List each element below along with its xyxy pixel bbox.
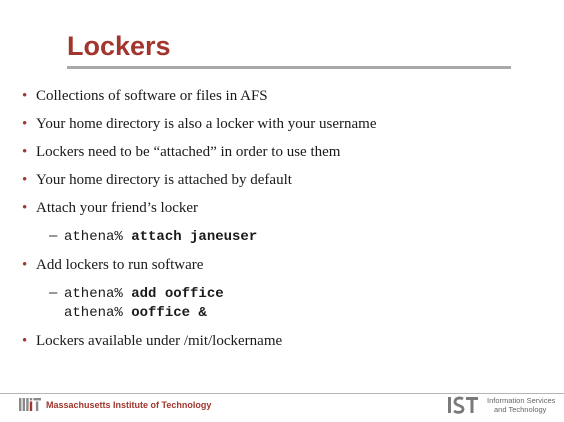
- bullet-item: • Attach your friend’s locker: [22, 199, 552, 217]
- shell-prompt: athena%: [64, 305, 123, 321]
- shell-command: attach janeuser: [131, 229, 258, 245]
- bullet-text: Add lockers to run software: [36, 257, 204, 273]
- bullet-item: • Lockers need to be “attached” in order…: [22, 143, 552, 161]
- bullet-marker: •: [22, 172, 28, 188]
- bullet-item: • Add lockers to run software: [22, 256, 552, 274]
- bullet-marker: •: [22, 333, 28, 349]
- sub-item-add-line2: athena% ooffice &: [22, 303, 552, 322]
- command-example: athena% attach janeuser: [64, 229, 257, 245]
- bullet-text: Your home directory is attached by defau…: [36, 172, 292, 188]
- slide: Lockers • Collections of software or fil…: [0, 0, 564, 422]
- bullet-text: Lockers available under /mit/lockername: [36, 333, 283, 349]
- footer-divider: [0, 393, 564, 394]
- title-underline: [67, 66, 511, 69]
- sub-item-add: – athena% add ooffice: [22, 284, 552, 303]
- bullet-marker: •: [22, 88, 28, 104]
- bullet-marker: •: [22, 116, 28, 132]
- bullet-text: Attach your friend’s locker: [36, 200, 199, 216]
- bullet-text: Collections of software or files in AFS: [36, 88, 268, 104]
- bullet-item: • Lockers available under /mit/lockernam…: [22, 332, 552, 350]
- shell-command: add ooffice: [131, 286, 224, 302]
- department-line-2: and Technology: [494, 405, 547, 414]
- ist-logo-icon: [448, 396, 478, 414]
- bullet-item: • Your home directory is attached by def…: [22, 171, 552, 189]
- bullet-text: Lockers need to be “attached” in order t…: [36, 144, 341, 160]
- sub-item-attach: – athena% attach janeuser: [22, 227, 552, 246]
- bullet-marker: •: [22, 200, 28, 216]
- shell-prompt: athena%: [64, 229, 123, 245]
- mit-logo-icon: [19, 398, 41, 411]
- institution-name: Massachusetts Institute of Technology: [46, 400, 212, 410]
- bullet-list: • Collections of software or files in AF…: [22, 87, 552, 350]
- bullet-marker: •: [22, 144, 28, 160]
- command-example: athena% add ooffice: [64, 286, 224, 302]
- sub-marker: –: [49, 227, 58, 244]
- slide-title: Lockers: [67, 31, 171, 61]
- shell-prompt: athena%: [64, 286, 123, 302]
- bullet-text: Your home directory is also a locker wit…: [36, 116, 377, 132]
- department-name: Information Services and Technology: [487, 396, 555, 414]
- shell-command: ooffice &: [131, 305, 207, 321]
- department-line-1: Information Services: [487, 396, 556, 405]
- bullet-marker: •: [22, 257, 28, 273]
- bullet-item: • Your home directory is also a locker w…: [22, 115, 552, 133]
- command-example: athena% ooffice &: [64, 305, 207, 321]
- sub-marker: –: [49, 284, 58, 301]
- bullet-item: • Collections of software or files in AF…: [22, 87, 552, 105]
